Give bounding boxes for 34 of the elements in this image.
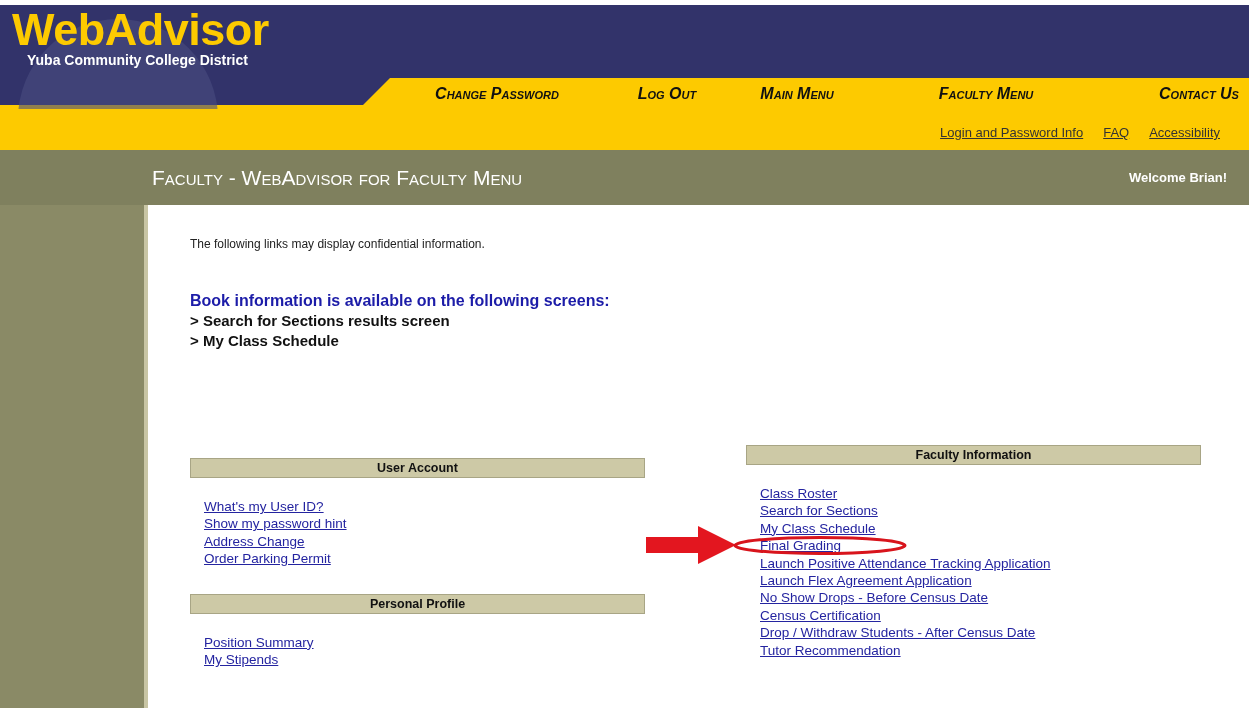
nav-link[interactable]: Main Menu [760, 82, 834, 106]
menu-link[interactable]: Order Parking Permit [204, 551, 331, 567]
section-header: User Account [190, 458, 645, 478]
nav-link[interactable]: Log Out [637, 82, 697, 106]
menu-link[interactable]: Position Summary [204, 634, 314, 650]
logo-title: WebAdvisor [12, 7, 269, 53]
menu-link[interactable]: Show my password hint [204, 516, 347, 532]
page-title: Faculty - WebAdvisor for Faculty Menu [152, 164, 523, 191]
logo-subtitle: Yuba Community College District [27, 53, 249, 68]
menu-link[interactable]: Search for Sections [760, 503, 878, 519]
menu-link[interactable]: My Stipends [204, 652, 279, 668]
book-info-item: > My Class Schedule [190, 331, 340, 351]
menu-link[interactable]: No Show Drops - Before Census Date [760, 590, 989, 606]
menu-link[interactable]: Drop / Withdraw Students - After Census Date [760, 625, 1036, 641]
header-link[interactable]: Accessibility [1149, 123, 1220, 143]
header-link[interactable]: Login and Password Info [940, 123, 1084, 143]
menu-link[interactable]: What's my User ID? [204, 499, 324, 514]
nav-link[interactable]: Change Password [435, 82, 559, 106]
menu-link[interactable]: Launch Positive Attendance Tracking Application [760, 555, 1051, 571]
nav-link[interactable]: Faculty Menu [938, 82, 1034, 106]
notice-text: The following links may display confidential information. [190, 236, 486, 253]
section-header: Faculty Information [746, 445, 1201, 465]
menu-link[interactable]: My Class Schedule [760, 520, 876, 536]
nav-link[interactable]: Contact Us [1159, 82, 1239, 106]
book-info-item: > Search for Sections results screen [190, 311, 451, 331]
book-info-heading: Book information is available on the following screens: [190, 291, 611, 311]
section-header: Personal Profile [190, 593, 645, 614]
menu-link[interactable]: Census Certification [760, 607, 881, 623]
menu-link[interactable]: Address Change [204, 533, 305, 549]
header-link[interactable]: FAQ [1103, 123, 1130, 143]
menu-link[interactable]: Class Roster [760, 486, 838, 501]
menu-link[interactable]: Launch Flex Agreement Application [760, 573, 972, 589]
welcome-text: Welcome Brian! [1129, 168, 1227, 187]
menu-link[interactable]: Tutor Recommendation [760, 642, 901, 658]
